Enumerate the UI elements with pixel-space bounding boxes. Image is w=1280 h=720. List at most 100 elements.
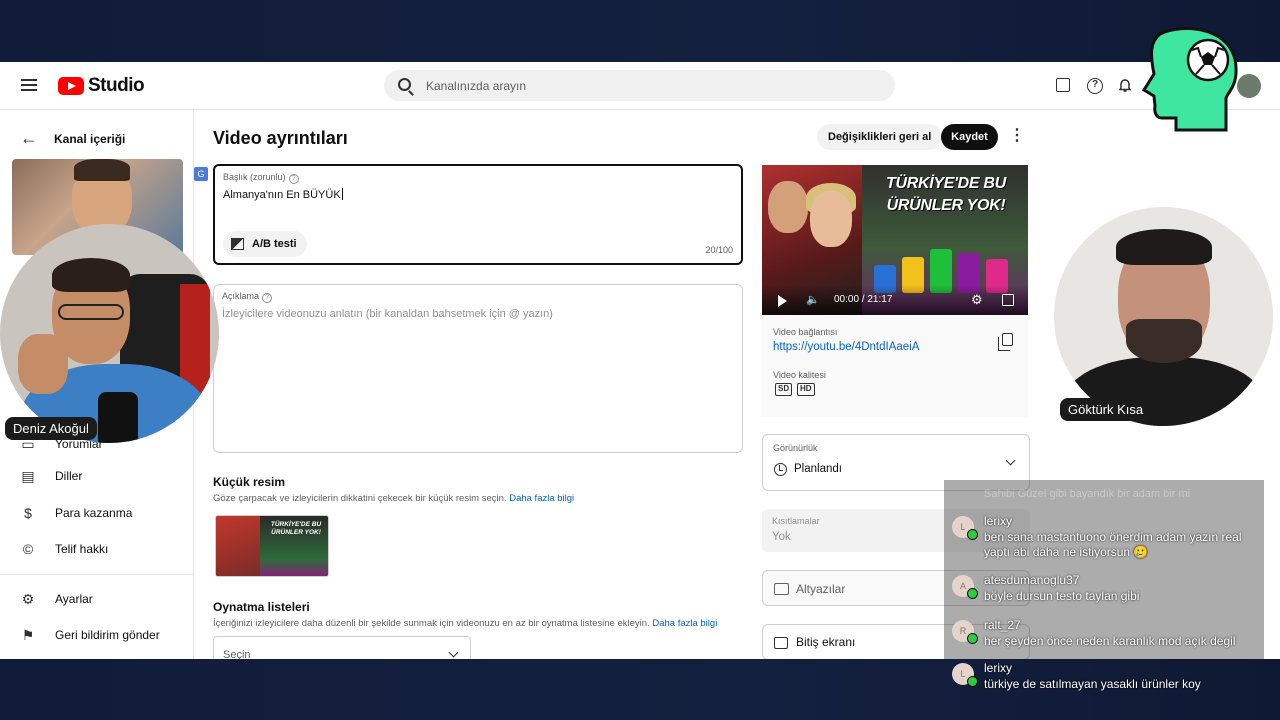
studio-logo[interactable]: Studio [58,75,145,97]
thumbnail-people [216,516,260,576]
chat-ghost-message: Sahibi Güzel gibi bayandık bir adam bir … [984,488,1191,500]
video-player[interactable]: TÜRKİYE'DE BU ÜRÜNLER YOK! 🔈 00:00 / 21:… [762,165,1028,315]
title-field[interactable]: Başlık (zorunlu)? Almanya'nın En BÜYÜK A… [213,164,743,265]
sidebar-item-label: Ayarlar [55,592,93,606]
playlists-subtitle-text: İçeriğinizi izleyicilere daha düzenli bi… [213,618,650,629]
sd-badge: SD [775,383,793,396]
help-icon[interactable]: ? [288,174,299,184]
thumbnail-subtitle-text: Göze çarpacak ve izleyicilerin dikkatini… [213,493,507,504]
title-input[interactable]: Almanya'nın En BÜYÜK [223,188,343,201]
thumbnail-section-subtitle: Göze çarpacak ve izleyicilerin dikkatini… [213,493,574,504]
chat-message: L lerixy ben sana mastantuono önerdim ad… [952,514,1262,559]
preview-face-woman [810,191,852,247]
video-link[interactable]: https://youtu.be/4DntdIAaeiA [773,341,919,353]
studio-header: Studio ? [0,62,1280,110]
sidebar-item-label: Para kazanma [55,506,133,520]
chevron-down-icon [448,647,459,658]
gear-icon: ⚙ [21,590,35,607]
subtitles-icon: ▤ [21,467,35,484]
subtitles-icon [774,583,789,595]
restrictions-value: Yok [772,531,791,543]
playlist-select-value: Seçin [223,649,251,659]
sidebar-item-settings[interactable]: ⚙ Ayarlar [20,591,93,607]
copy-icon[interactable] [998,333,1013,351]
webcam-left [0,224,219,443]
player-controls: 🔈 00:00 / 21:17 ⚙ [762,285,1028,315]
chat-text: böyle dursun testo taylan gibi [984,589,1140,603]
comment-feedback-icon[interactable] [1056,78,1070,92]
webcam-chair-accent [180,284,210,394]
webcam-person-hand [18,334,68,394]
thumbnail-learn-more-link[interactable]: Daha fazla bilgi [509,493,574,504]
left-cam-name-tag: Deniz Akoğul [5,417,97,440]
main-content: Video ayrıntıları Değişiklikleri geri al… [194,110,1040,659]
page-title: Video ayrıntıları [213,128,348,148]
playlists-learn-more-link[interactable]: Daha fazla bilgi [652,618,717,629]
more-options-icon[interactable]: ⋮ [1009,126,1025,148]
thumbnail-section-title: Küçük resim [213,475,286,489]
webcam-person-glasses [58,304,124,320]
ab-test-label: A/B testi [252,238,297,250]
search-icon[interactable] [398,78,411,91]
volume-icon[interactable]: 🔈 [806,294,820,306]
ab-test-button[interactable]: A/B testi [223,231,307,257]
chevron-down-icon [1005,455,1016,466]
video-info-panel: Video bağlantısı https://youtu.be/4DntdI… [762,315,1028,417]
member-badge-icon [967,588,978,599]
thumbnail-caption: TÜRKİYE'DE BU ÜRÜNLER YOK! [270,521,322,536]
title-label-text: Başlık (zorunlu) [223,172,286,182]
webcam-person-hair [52,258,130,292]
chat-message: R ralt_27 her şeyden önce neden karanlık… [952,618,1262,652]
settings-gear-icon[interactable]: ⚙ [971,293,983,307]
chat-text: her şeyden önce neden karanlık mod açık … [984,634,1236,648]
channel-logo [1140,26,1240,134]
description-placeholder[interactable]: İzleyicilere videonuzu anlatın (bir kana… [222,308,553,320]
subtitles-label: Altyazılar [796,582,846,596]
sidebar-item-label: Telif hakkı [55,542,109,556]
sidebar-item-send-feedback[interactable]: ⚑ Geri bildirim gönder [20,627,160,643]
end-screen-icon [774,637,788,649]
title-char-counter: 20/100 [705,245,733,255]
play-icon[interactable] [778,295,787,307]
logo-text: Studio [88,75,145,96]
playlist-select[interactable]: Seçin [213,636,471,659]
live-chat-overlay: Sahibi Güzel gibi bayandık bir adam bir … [944,480,1264,698]
sidebar-item-label: Geri bildirim gönder [55,628,160,642]
help-icon[interactable]: ? [1087,78,1103,94]
thumbnail-hair [74,159,130,181]
member-badge-icon [967,529,978,540]
bell-icon[interactable] [1117,78,1133,94]
player-time: 00:00 / 21:17 [834,294,893,305]
search-bar [384,70,895,101]
copyright-icon: © [22,541,34,557]
sidebar-item-languages[interactable]: ▤ Diller [20,468,82,484]
description-field[interactable]: Açıklama? İzleyicilere videonuzu anlatın… [213,284,743,453]
sidebar-item-copyright[interactable]: © Telif hakkı [20,541,109,557]
webcam-person-beard [1126,319,1202,363]
selected-thumbnail[interactable]: TÜRKİYE'DE BU ÜRÜNLER YOK! [215,515,329,577]
description-field-label: Açıklama? [222,291,273,303]
help-icon[interactable]: ? [262,293,273,303]
preview-face-man [768,181,808,233]
back-to-content[interactable]: ← Kanal içeriği [20,128,125,149]
sidebar-item-monetization[interactable]: $ Para kazanma [20,505,132,521]
sidebar-divider [0,574,194,575]
save-button[interactable]: Kaydet [941,124,998,150]
back-arrow-icon: ← [20,128,38,148]
dollar-icon: $ [24,505,32,521]
preview-caption: TÜRKİYE'DE BU ÜRÜNLER YOK! [886,175,1006,214]
visibility-value: Planlandı [794,463,842,475]
fullscreen-icon[interactable] [1002,294,1014,306]
video-link-label: Video bağlantısı [773,327,838,337]
video-quality-label: Video kalitesi [773,370,826,380]
playlists-section-subtitle: İçeriğinizi izleyicilere daha düzenli bi… [213,618,717,629]
undo-changes-button[interactable]: Değişiklikleri geri al [817,124,943,150]
search-input[interactable] [426,70,866,101]
chat-text: türkiye de satılmayan yasaklı ürünler ko… [984,677,1201,691]
back-label: Kanal içeriği [54,131,126,146]
ab-test-icon [231,238,244,250]
account-avatar[interactable] [1237,74,1261,98]
menu-icon[interactable] [21,79,37,91]
visibility-label: Görünürlük [773,443,818,453]
translate-icon[interactable]: G [194,167,208,181]
